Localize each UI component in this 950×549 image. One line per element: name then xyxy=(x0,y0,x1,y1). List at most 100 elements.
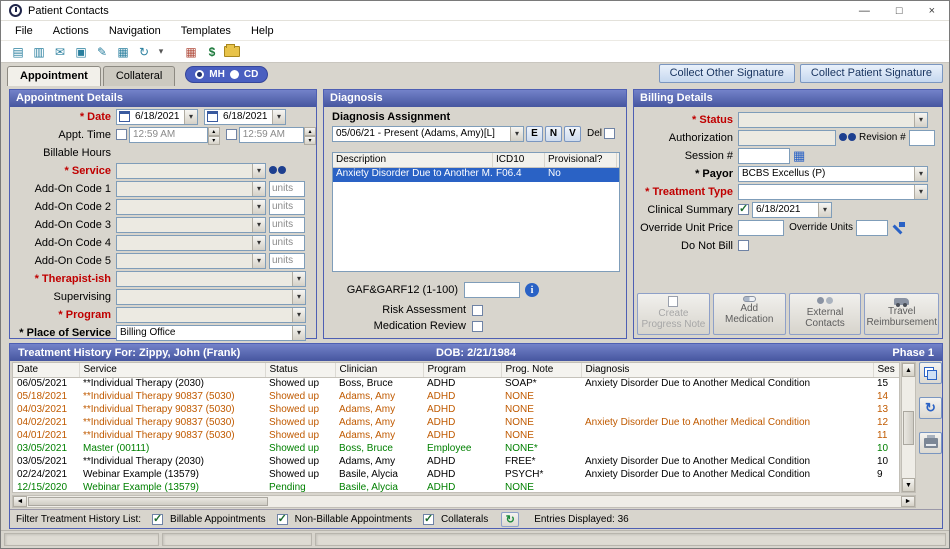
scrollbar-thumb[interactable] xyxy=(28,497,268,506)
col-date[interactable]: Date xyxy=(13,363,79,377)
authorization-search-icon[interactable] xyxy=(839,133,856,142)
menu-help[interactable]: Help xyxy=(241,23,284,39)
place-of-service-select[interactable]: Billing Office xyxy=(116,325,306,341)
dollar-icon[interactable] xyxy=(203,43,221,61)
refresh-history-button[interactable] xyxy=(919,397,942,419)
folder-icon[interactable] xyxy=(224,46,240,57)
col-prog-note[interactable]: Prog. Note xyxy=(501,363,581,377)
addon5-units-input[interactable] xyxy=(269,253,305,269)
col-ses[interactable]: Ses xyxy=(873,363,899,377)
copy-icon[interactable] xyxy=(72,43,90,61)
menu-actions[interactable]: Actions xyxy=(43,23,99,39)
addon4-units-input[interactable] xyxy=(269,235,305,251)
diagnosis-edit-button[interactable]: E xyxy=(526,126,543,142)
override-tool-icon[interactable] xyxy=(891,221,906,235)
mh-radio[interactable] xyxy=(195,70,204,79)
addon1-units-input[interactable] xyxy=(269,181,305,197)
table-row[interactable]: 04/01/2021**Individual Therapy 90837 (50… xyxy=(13,429,899,442)
addon1-select[interactable] xyxy=(116,181,266,197)
addon4-select[interactable] xyxy=(116,235,266,251)
scroll-down-icon[interactable]: ▼ xyxy=(902,478,915,492)
maximize-button[interactable]: □ xyxy=(896,5,903,17)
table-row[interactable]: 03/05/2021**Individual Therapy (2030)Sho… xyxy=(13,455,899,468)
end-time-spinner[interactable] xyxy=(304,127,316,143)
col-clinician[interactable]: Clinician xyxy=(335,363,423,377)
supervising-select[interactable] xyxy=(116,289,306,305)
diagnosis-new-button[interactable]: N xyxy=(545,126,562,142)
close-button[interactable]: × xyxy=(929,5,935,17)
col-program[interactable]: Program xyxy=(423,363,501,377)
vertical-scrollbar[interactable]: ▲ ▼ xyxy=(901,362,916,493)
addon5-select[interactable] xyxy=(116,253,266,269)
horizontal-scrollbar[interactable]: ◄ ► xyxy=(12,495,916,508)
diagnosis-view-button[interactable]: V xyxy=(564,126,581,142)
status-select[interactable] xyxy=(738,112,928,128)
end-time-field[interactable]: 12:59 AM xyxy=(239,127,304,143)
clinical-summary-date-select[interactable]: 6/18/2021 xyxy=(752,202,832,218)
table-row[interactable]: 04/02/2021**Individual Therapy 90837 (50… xyxy=(13,416,899,429)
reports-button[interactable] xyxy=(919,362,942,384)
treatment-type-select[interactable] xyxy=(738,184,928,200)
create-progress-note-button[interactable]: Create Progress Note xyxy=(637,293,710,335)
service-search-icon[interactable] xyxy=(269,166,286,175)
tab-collateral[interactable]: Collateral xyxy=(103,66,175,86)
diagnosis-row-selected[interactable]: Anxiety Disorder Due to Another M... F06… xyxy=(333,168,619,182)
table-row[interactable]: 12/15/2020Webinar Example (13579)Pending… xyxy=(13,481,899,493)
scroll-up-icon[interactable]: ▲ xyxy=(902,363,915,377)
print-history-button[interactable] xyxy=(919,432,942,454)
scroll-right-icon[interactable]: ► xyxy=(901,496,915,507)
diagnosis-assignment-select[interactable]: 05/06/21 - Present (Adams, Amy)[L] xyxy=(332,126,524,142)
gaf-input[interactable] xyxy=(464,282,520,298)
clinical-summary-checkbox[interactable] xyxy=(738,204,749,215)
start-time-spinner[interactable] xyxy=(208,127,220,143)
session-input[interactable] xyxy=(738,148,790,164)
start-time-checkbox[interactable] xyxy=(116,129,127,140)
scroll-left-icon[interactable]: ◄ xyxy=(13,496,27,507)
service-select[interactable] xyxy=(116,163,266,179)
table-row[interactable]: 06/05/2021**Individual Therapy (2030)Sho… xyxy=(13,377,899,390)
filter-refresh-button[interactable] xyxy=(501,512,519,527)
scrollbar-thumb[interactable] xyxy=(903,411,914,445)
start-time-field[interactable]: 12:59 AM xyxy=(129,127,208,143)
col-service[interactable]: Service xyxy=(79,363,265,377)
program-select[interactable] xyxy=(116,307,306,323)
col-diagnosis[interactable]: Diagnosis xyxy=(581,363,873,377)
cd-radio[interactable] xyxy=(230,70,239,79)
revision-input[interactable] xyxy=(909,130,935,146)
travel-reimbursement-button[interactable]: Travel Reimbursement xyxy=(864,293,939,335)
menu-templates[interactable]: Templates xyxy=(171,23,241,39)
col-status[interactable]: Status xyxy=(265,363,335,377)
table-row[interactable]: 03/05/2021Master (00111)Showed upBoss, B… xyxy=(13,442,899,455)
non-billable-appointments-checkbox[interactable] xyxy=(277,514,288,525)
start-date-picker[interactable]: 6/18/2021 xyxy=(116,109,198,125)
collaterals-checkbox[interactable] xyxy=(423,514,434,525)
addon2-units-input[interactable] xyxy=(269,199,305,215)
addon3-select[interactable] xyxy=(116,217,266,233)
table-row[interactable]: 04/03/2021**Individual Therapy 90837 (50… xyxy=(13,403,899,416)
authorization-input[interactable] xyxy=(738,130,836,146)
end-date-picker[interactable]: 6/18/2021 xyxy=(204,109,286,125)
dropdown-caret-icon[interactable] xyxy=(156,43,166,61)
risk-assessment-checkbox[interactable] xyxy=(472,305,483,316)
medication-review-checkbox[interactable] xyxy=(472,321,483,332)
external-contacts-button[interactable]: External Contacts xyxy=(789,293,862,335)
schedule-icon[interactable] xyxy=(182,43,200,61)
therapist-select[interactable] xyxy=(116,271,306,287)
override-units-input[interactable] xyxy=(856,220,888,236)
minimize-button[interactable]: — xyxy=(859,5,870,17)
addon3-units-input[interactable] xyxy=(269,217,305,233)
refresh-icon[interactable] xyxy=(135,43,153,61)
info-icon[interactable] xyxy=(525,283,539,297)
add-medication-button[interactable]: Add Medication xyxy=(713,293,786,335)
menu-navigation[interactable]: Navigation xyxy=(99,23,171,39)
end-time-checkbox[interactable] xyxy=(226,129,237,140)
collect-other-signature-button[interactable]: Collect Other Signature xyxy=(659,64,795,83)
do-not-bill-checkbox[interactable] xyxy=(738,240,749,251)
addon2-select[interactable] xyxy=(116,199,266,215)
table-row[interactable]: 02/24/2021Webinar Example (13579)Showed … xyxy=(13,468,899,481)
forms-icon[interactable] xyxy=(114,43,132,61)
new-document-icon[interactable] xyxy=(9,43,27,61)
payor-select[interactable]: BCBS Excellus (P) xyxy=(738,166,928,182)
session-calc-icon[interactable] xyxy=(793,149,808,163)
tab-appointment[interactable]: Appointment xyxy=(7,66,101,86)
